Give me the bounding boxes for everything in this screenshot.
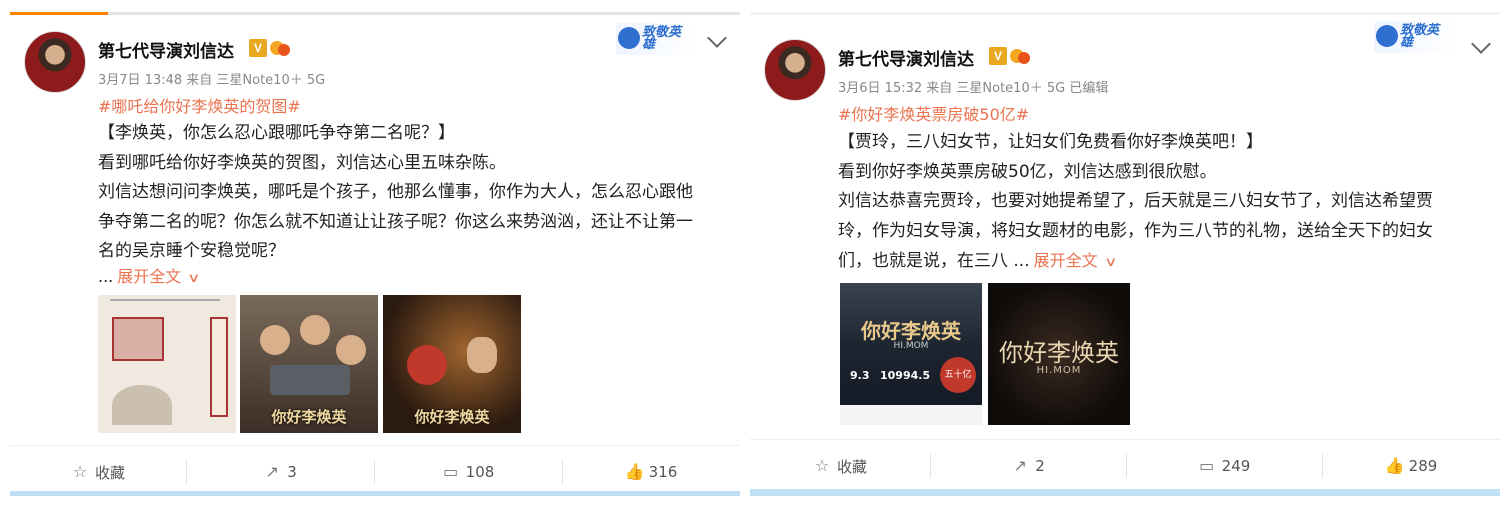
text-line: 【李焕英，你怎么忍心跟哪吒争夺第二名呢？】: [98, 123, 455, 143]
weibo-post-1: 第七代导演刘信达 V 致敬英雄 3月7日 13:48 来自 三星Note10＋ …: [10, 12, 740, 496]
chevron-down-icon[interactable]: ∨: [1104, 248, 1117, 278]
text-line: 【贾玲，三八妇女节，让妇女们免费看你好李焕英吧！】: [838, 132, 1263, 152]
post-image[interactable]: 你好李焕英 HI.MOM: [988, 283, 1130, 425]
avatar[interactable]: [764, 39, 826, 101]
expand-full-text-link[interactable]: 展开全文: [117, 267, 181, 286]
text-line: 玲，作为妇女导演，将妇女题材的电影，作为三八节的礼物，送给全天下的妇女: [838, 220, 1433, 241]
poster-caption: 你好李焕英: [999, 339, 1119, 367]
post-image[interactable]: 你好李焕英 HI.MOM 9.3 10994.5 五十亿: [840, 283, 982, 425]
post-image[interactable]: 你好李焕英: [383, 295, 521, 433]
star-icon: ☆: [72, 462, 88, 481]
bottom-divider: [750, 489, 1500, 496]
topic-link[interactable]: #你好李焕英票房破50亿#: [838, 101, 1029, 125]
favorite-button[interactable]: ☆ 收藏: [750, 440, 930, 492]
like-button[interactable]: 👍 289: [1322, 440, 1500, 492]
chevron-down-icon[interactable]: ∨: [187, 271, 200, 286]
weibo-post-2: 第七代导演刘信达 V 致敬英雄 3月6日 15:32 来自 三星Note10＋ …: [750, 12, 1500, 496]
avatar[interactable]: [24, 31, 86, 93]
poster-caption: 你好李焕英: [414, 408, 490, 426]
text-line: 刘信达想问问李焕英，哪吒是个孩子，他那么懂事，你作为大人，怎么忍心跟他: [98, 182, 693, 202]
verified-v-icon: V: [989, 47, 1007, 65]
post-text: 【贾玲，三八妇女节，让妇女们免费看你好李焕英吧！】 看到你好李焕英票房破50亿，…: [838, 128, 1433, 278]
post-image[interactable]: 你好李焕英: [240, 295, 378, 433]
star-icon: ☆: [814, 456, 830, 475]
verified-v-icon: V: [249, 39, 267, 57]
chevron-down-icon[interactable]: [1471, 34, 1491, 54]
repost-button[interactable]: ↗ 2: [930, 440, 1126, 492]
like-icon: 👍: [1384, 456, 1405, 475]
text-line: 争夺第二名的呢？你怎么就不知道让让孩子呢？你这么来势汹汹，还让不让第一: [98, 211, 693, 232]
post-meta: 3月6日 15:32 来自 三星Note10＋ 5G 已编辑: [838, 81, 1109, 96]
poster-caption: 你好李焕英: [861, 319, 961, 343]
chevron-down-icon[interactable]: [707, 28, 727, 48]
post-text: 【李焕英，你怎么忍心跟哪吒争夺第二名呢？】 看到哪吒给你好李焕英的贺图，刘信达心…: [98, 119, 693, 267]
action-bar: ☆ 收藏 ↗ 2 ▭ 249 👍 289: [750, 439, 1500, 491]
post-meta: 3月7日 13:48 来自 三星Note10＋ 5G: [98, 73, 326, 88]
expand-row: ... 展开全文 ∨: [98, 267, 201, 286]
comment-icon: ▭: [443, 462, 459, 481]
hero-badge: 致敬英雄: [1374, 21, 1456, 53]
author-name[interactable]: 第七代导演刘信达: [98, 37, 234, 62]
active-tab-indicator: [10, 12, 108, 15]
repost-icon: ↗: [1013, 456, 1027, 475]
text-line: 看到你好李焕英票房破50亿，刘信达感到很欣慰。: [838, 161, 1217, 182]
fans-icon: [1010, 46, 1032, 66]
topic-link[interactable]: #哪吒给你好李焕英的贺图#: [98, 93, 301, 117]
action-bar: ☆ 收藏 ↗ 3 ▭ 108 👍 316: [10, 445, 740, 497]
comment-icon: ▭: [1199, 456, 1215, 475]
author-name[interactable]: 第七代导演刘信达: [838, 45, 974, 70]
text-line: 刘信达恭喜完贾玲，也要对她提希望了，后天就是三八妇女节了，刘信达希望贾: [838, 191, 1433, 211]
comment-button[interactable]: ▭ 249: [1126, 440, 1322, 492]
text-line: 看到哪吒给你好李焕英的贺图，刘信达心里五味杂陈。: [98, 152, 506, 173]
expand-row: 们，也就是说，在三八 ... 展开全文 ∨: [838, 246, 1433, 278]
repost-icon: ↗: [265, 462, 279, 481]
fans-icon: [270, 38, 292, 58]
hero-badge: 致敬英雄: [616, 23, 698, 55]
poster-caption: 你好李焕英: [271, 408, 347, 426]
expand-full-text-link[interactable]: 展开全文: [1034, 251, 1098, 270]
bottom-divider: [10, 491, 740, 496]
post-image[interactable]: [98, 295, 236, 433]
like-icon: 👍: [624, 462, 645, 481]
